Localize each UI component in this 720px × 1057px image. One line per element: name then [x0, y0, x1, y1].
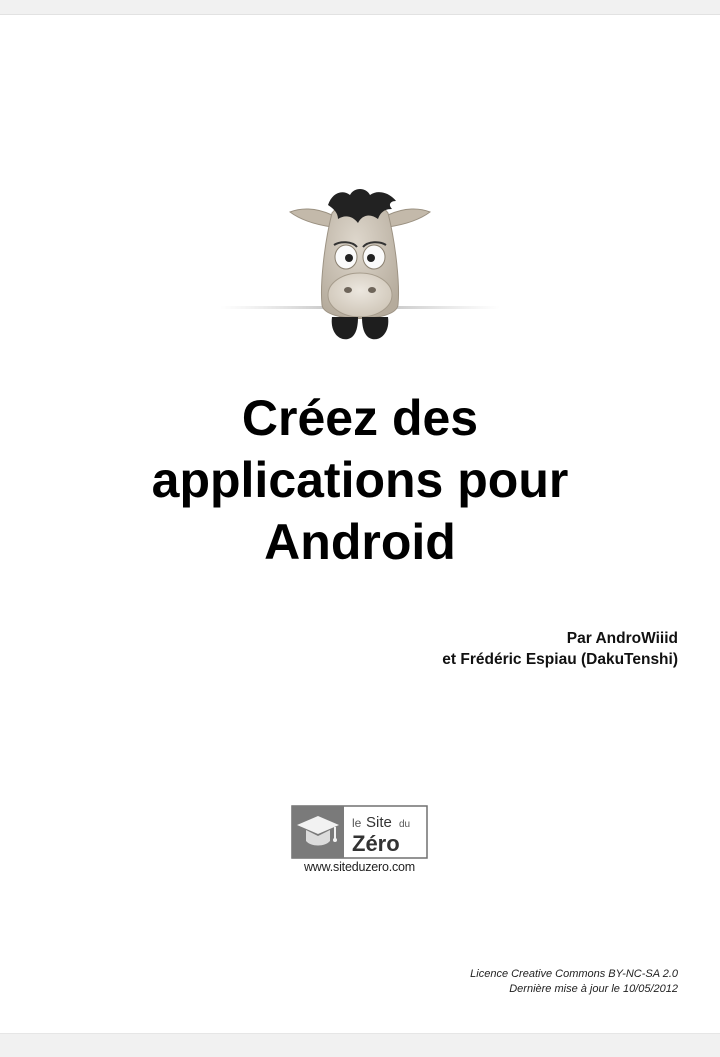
document-page: Créez des applications pour Android Par … — [0, 14, 720, 1034]
title-line-3: Android — [264, 514, 456, 570]
author-line-1: Par AndroWiiid — [566, 630, 678, 647]
author-credits: Par AndroWiiid et Frédéric Espiau (DakuT… — [442, 628, 678, 670]
logo-word-zero: Zéro — [352, 831, 400, 856]
document-title: Créez des applications pour Android — [0, 387, 720, 573]
site-du-zero-logo: le Site du Zéro — [291, 805, 428, 859]
author-line-2: et Frédéric Espiau (DakuTenshi) — [442, 651, 678, 668]
license-info: Licence Creative Commons BY-NC-SA 2.0 De… — [470, 967, 678, 997]
logo-word-le: le — [352, 816, 362, 830]
logo-url: www.siteduzero.com — [303, 860, 416, 874]
license-line: Licence Creative Commons BY-NC-SA 2.0 — [470, 968, 678, 980]
title-line-2: applications pour — [151, 452, 569, 508]
logo-word-du: du — [399, 819, 410, 830]
donkey-mascot-icon — [220, 189, 500, 340]
logo-word-site: Site — [366, 814, 392, 831]
title-line-1: Créez des — [241, 390, 479, 446]
last-update-line: Dernière mise à jour le 10/05/2012 — [509, 983, 678, 995]
